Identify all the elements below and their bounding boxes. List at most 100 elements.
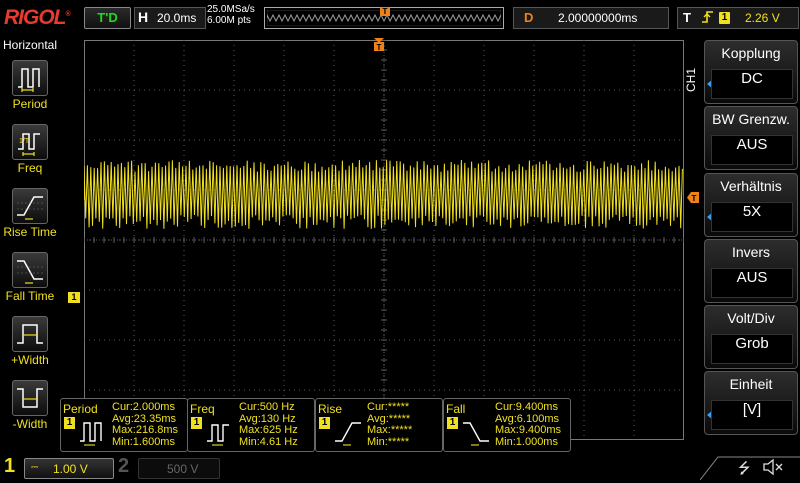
measurement-fall[interactable]: Fall 1 Cur:9.400ms Avg:6.100ms Max:9.400… bbox=[443, 398, 571, 452]
fall-time-icon bbox=[463, 422, 489, 446]
measurement-cur: Cur:9.400ms bbox=[495, 401, 558, 413]
memory-trigger-marker: T bbox=[380, 7, 390, 16]
coupling-label: Kopplung bbox=[721, 45, 781, 61]
measurement-min: Min:4.61 Hz bbox=[239, 435, 298, 448]
bandwidth-limit-softkey[interactable]: BW Grenzw. AUS bbox=[704, 106, 798, 170]
period-icon bbox=[80, 422, 102, 446]
rising-edge-icon bbox=[701, 9, 715, 28]
measurement-source-badge: 1 bbox=[191, 417, 202, 429]
channel1-number[interactable]: 1 bbox=[4, 455, 15, 478]
channel2-scale-box[interactable]: 500 V bbox=[138, 458, 220, 479]
period-label: Period bbox=[12, 97, 48, 111]
measurement-min: Min:1.000ms bbox=[495, 435, 558, 448]
timebase-label: H bbox=[138, 9, 149, 25]
trigger-position-marker[interactable]: T bbox=[374, 38, 384, 51]
unit-label: Einheit bbox=[729, 376, 773, 392]
measurement-rise[interactable]: Rise 1 Cur:***** Avg:***** Max:***** Min… bbox=[315, 398, 443, 452]
rise-time-icon bbox=[12, 188, 48, 224]
channel2-number[interactable]: 2 bbox=[118, 455, 129, 478]
measure-rise-time-button[interactable]: Rise Time bbox=[0, 188, 60, 250]
volt-div-softkey[interactable]: Volt/Div Grob bbox=[704, 305, 798, 369]
measurement-freq[interactable]: Freq 1 Cur:500 Hz Avg:130 Hz Max:625 Hz … bbox=[187, 398, 315, 452]
bandwidth-limit-value: AUS bbox=[711, 135, 793, 165]
delay-value: 2.00000000ms bbox=[558, 11, 638, 25]
measurement-source-badge: 1 bbox=[64, 417, 75, 429]
usb-icon: ⭍ bbox=[738, 459, 751, 477]
frequency-icon: 1/T bbox=[12, 124, 48, 160]
delay-label: D bbox=[524, 10, 534, 25]
unit-value: [V] bbox=[711, 400, 793, 430]
freq-label: Freq bbox=[17, 161, 43, 175]
dc-coupling-icon: ⎓ bbox=[31, 462, 39, 472]
measure-positive-width-button[interactable]: +Width bbox=[0, 316, 60, 378]
measurement-cur: Cur:2.000ms bbox=[112, 401, 175, 413]
measurement-values: Cur:2.000ms Avg:23.35ms Max:216.8ms Min:… bbox=[112, 401, 179, 448]
probe-ratio-softkey[interactable]: Verhältnis 5X bbox=[704, 173, 798, 237]
trigger-level-marker[interactable]: T bbox=[687, 192, 699, 203]
fall-time-label: Fall Time bbox=[5, 289, 55, 303]
channel1-waveform bbox=[84, 159, 683, 229]
trigger-source-badge: 1 bbox=[719, 12, 730, 24]
invert-value: AUS bbox=[711, 268, 793, 298]
channel1-scale: 1.00 V bbox=[53, 462, 88, 476]
memory-overview-bar[interactable]: T bbox=[264, 7, 504, 29]
measurement-name: Rise bbox=[318, 402, 343, 416]
brand-mark: ® bbox=[65, 11, 71, 18]
horizontal-measure-menu: Horizontal Period 1/T Freq Rise Time Fal… bbox=[0, 36, 60, 448]
measure-period-button[interactable]: Period bbox=[0, 60, 60, 122]
measurement-max: Max:625 Hz bbox=[239, 424, 298, 436]
measurement-cur: Cur:***** bbox=[367, 401, 410, 413]
measure-negative-width-button[interactable]: -Width bbox=[0, 380, 60, 442]
timebase-display[interactable]: H 20.0ms bbox=[134, 7, 206, 29]
coupling-softkey[interactable]: Kopplung DC bbox=[704, 40, 798, 104]
measure-fall-time-button[interactable]: Fall Time bbox=[0, 252, 60, 314]
invert-softkey[interactable]: Invers AUS bbox=[704, 239, 798, 303]
measurement-source-badge: 1 bbox=[319, 417, 330, 429]
probe-ratio-value: 5X bbox=[711, 202, 793, 232]
speaker-mute-icon[interactable] bbox=[762, 458, 784, 476]
measurement-values: Cur:500 Hz Avg:130 Hz Max:625 Hz Min:4.6… bbox=[239, 401, 298, 448]
negative-width-label: -Width bbox=[12, 417, 48, 431]
rigol-logo: RIGOL® bbox=[4, 6, 71, 30]
measurement-cur: Cur:500 Hz bbox=[239, 401, 295, 413]
negative-width-icon bbox=[12, 380, 48, 416]
measurement-max: Max:***** bbox=[367, 424, 413, 436]
svg-text:1/T: 1/T bbox=[19, 138, 30, 145]
frequency-icon bbox=[207, 424, 229, 446]
graticule-lines bbox=[84, 40, 684, 440]
coupling-value: DC bbox=[711, 69, 793, 99]
channel-settings-menu: Kopplung DC BW Grenzw. AUS Verhältnis 5X… bbox=[704, 36, 800, 446]
measurement-min: Min:1.600ms bbox=[112, 435, 175, 448]
measurement-name: Fall bbox=[446, 402, 466, 416]
measurement-source-badge: 1 bbox=[447, 417, 458, 429]
timebase-value: 20.0ms bbox=[157, 11, 197, 25]
run-status-indicator[interactable]: T'D bbox=[84, 7, 131, 29]
channel2-scale: 500 V bbox=[167, 462, 199, 476]
svg-text:T: T bbox=[692, 194, 697, 203]
trigger-display[interactable]: T 1 2.26 V bbox=[677, 7, 799, 29]
bandwidth-limit-label: BW Grenzw. bbox=[712, 111, 790, 127]
menu-title: Horizontal bbox=[2, 38, 58, 52]
measurement-max: Max:9.400ms bbox=[495, 424, 562, 436]
measure-freq-button[interactable]: 1/T Freq bbox=[0, 124, 60, 186]
trigger-delay-display[interactable]: D 2.00000000ms bbox=[513, 7, 669, 29]
measurement-values: Cur:***** Avg:***** Max:***** Min:***** bbox=[367, 401, 413, 448]
measurement-min: Min:***** bbox=[367, 435, 410, 448]
measurement-period[interactable]: Period 1 Cur:2.000ms Avg:23.35ms Max:216… bbox=[60, 398, 188, 452]
trigger-label: T bbox=[683, 10, 691, 25]
measurement-max: Max:216.8ms bbox=[112, 424, 179, 436]
volt-div-value: Grob bbox=[711, 334, 793, 364]
sample-rate: 25.0MSa/s bbox=[207, 4, 255, 15]
channel1-offset-marker[interactable]: 1 bbox=[68, 292, 80, 303]
invert-label: Invers bbox=[731, 244, 771, 260]
waveform-graticule[interactable] bbox=[84, 40, 684, 440]
rise-time-icon bbox=[335, 422, 361, 446]
top-status-bar: RIGOL® T'D H 20.0ms 25.0MSa/s 6.00M pts … bbox=[0, 0, 800, 36]
memory-depth: 6.00M pts bbox=[207, 15, 251, 26]
measurement-name: Period bbox=[63, 402, 98, 416]
positive-width-label: +Width bbox=[11, 353, 49, 367]
measurement-values: Cur:9.400ms Avg:6.100ms Max:9.400ms Min:… bbox=[495, 401, 562, 448]
channel1-scale-box[interactable]: ⎓ 1.00 V bbox=[24, 458, 114, 479]
unit-softkey[interactable]: Einheit [V] bbox=[704, 371, 798, 435]
rise-time-label: Rise Time bbox=[3, 225, 57, 239]
